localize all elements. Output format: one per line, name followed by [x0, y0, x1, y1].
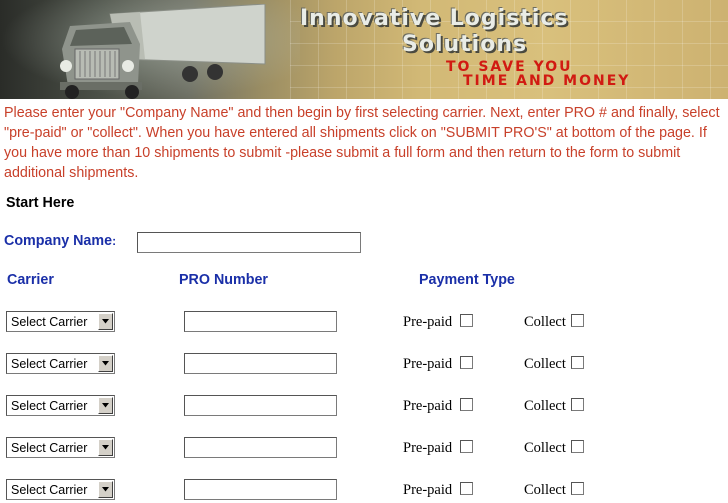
carrier-select-value: Select Carrier: [11, 399, 88, 413]
collect-label: Collect: [524, 440, 566, 456]
carrier-select[interactable]: Select Carrier: [6, 479, 115, 500]
shipment-row: Select Carrier Pre-paid Collect: [0, 353, 728, 377]
shipment-row: Select Carrier Pre-paid Collect: [0, 311, 728, 335]
pro-number-input[interactable]: [184, 353, 337, 374]
carrier-select-value: Select Carrier: [11, 357, 88, 371]
company-name-input[interactable]: [137, 232, 361, 253]
collect-label: Collect: [524, 314, 566, 330]
prepaid-label: Pre-paid: [403, 314, 453, 330]
banner-title-line1: Innovative Logistics: [300, 6, 569, 31]
dropdown-arrow-icon[interactable]: [98, 439, 113, 456]
company-name-label-text: Company Name: [4, 233, 113, 249]
carrier-select[interactable]: Select Carrier: [6, 353, 115, 374]
start-here-heading: Start Here: [6, 195, 75, 211]
pro-number-input[interactable]: [184, 479, 337, 500]
prepaid-label: Pre-paid: [403, 440, 453, 456]
banner-title-line2: Solutions: [402, 32, 528, 57]
collect-checkbox[interactable]: [571, 356, 584, 369]
carrier-select[interactable]: Select Carrier: [6, 437, 115, 458]
header-banner: Innovative Logistics Solutions TO SAVE Y…: [0, 0, 728, 99]
carrier-select[interactable]: Select Carrier: [6, 395, 115, 416]
company-name-label: Company Name:: [4, 233, 116, 249]
shipment-row: Select Carrier Pre-paid Collect: [0, 395, 728, 419]
prepaid-checkbox[interactable]: [460, 482, 473, 495]
dropdown-arrow-icon[interactable]: [98, 355, 113, 372]
pro-number-input[interactable]: [184, 395, 337, 416]
shipment-row: Select Carrier Pre-paid Collect: [0, 437, 728, 461]
collect-checkbox[interactable]: [571, 398, 584, 411]
prepaid-checkbox[interactable]: [460, 440, 473, 453]
prepaid-label: Pre-paid: [403, 356, 453, 372]
carrier-select-value: Select Carrier: [11, 483, 88, 497]
carrier-select[interactable]: Select Carrier: [6, 311, 115, 332]
pro-number-input[interactable]: [184, 437, 337, 458]
collect-label: Collect: [524, 356, 566, 372]
dropdown-arrow-icon[interactable]: [98, 397, 113, 414]
carrier-column-header: Carrier: [7, 272, 54, 288]
company-name-colon: :: [112, 234, 117, 248]
banner-tagline-line2: TIME AND MONEY: [463, 73, 631, 89]
collect-checkbox[interactable]: [571, 440, 584, 453]
carrier-select-value: Select Carrier: [11, 441, 88, 455]
collect-label: Collect: [524, 398, 566, 414]
collect-label: Collect: [524, 482, 566, 498]
prepaid-checkbox[interactable]: [460, 356, 473, 369]
dropdown-arrow-icon[interactable]: [98, 481, 113, 498]
pro-number-input[interactable]: [184, 311, 337, 332]
carrier-select-value: Select Carrier: [11, 315, 88, 329]
prepaid-checkbox[interactable]: [460, 398, 473, 411]
prepaid-checkbox[interactable]: [460, 314, 473, 327]
prepaid-label: Pre-paid: [403, 398, 453, 414]
collect-checkbox[interactable]: [571, 482, 584, 495]
dropdown-arrow-icon[interactable]: [98, 313, 113, 330]
collect-checkbox[interactable]: [571, 314, 584, 327]
shipment-row: Select Carrier Pre-paid Collect: [0, 479, 728, 503]
pro-number-column-header: PRO Number: [179, 272, 268, 288]
truck-image: [60, 4, 266, 99]
prepaid-label: Pre-paid: [403, 482, 453, 498]
instructions-text: Please enter your "Company Name" and the…: [4, 105, 720, 181]
payment-type-column-header: Payment Type: [419, 272, 515, 288]
